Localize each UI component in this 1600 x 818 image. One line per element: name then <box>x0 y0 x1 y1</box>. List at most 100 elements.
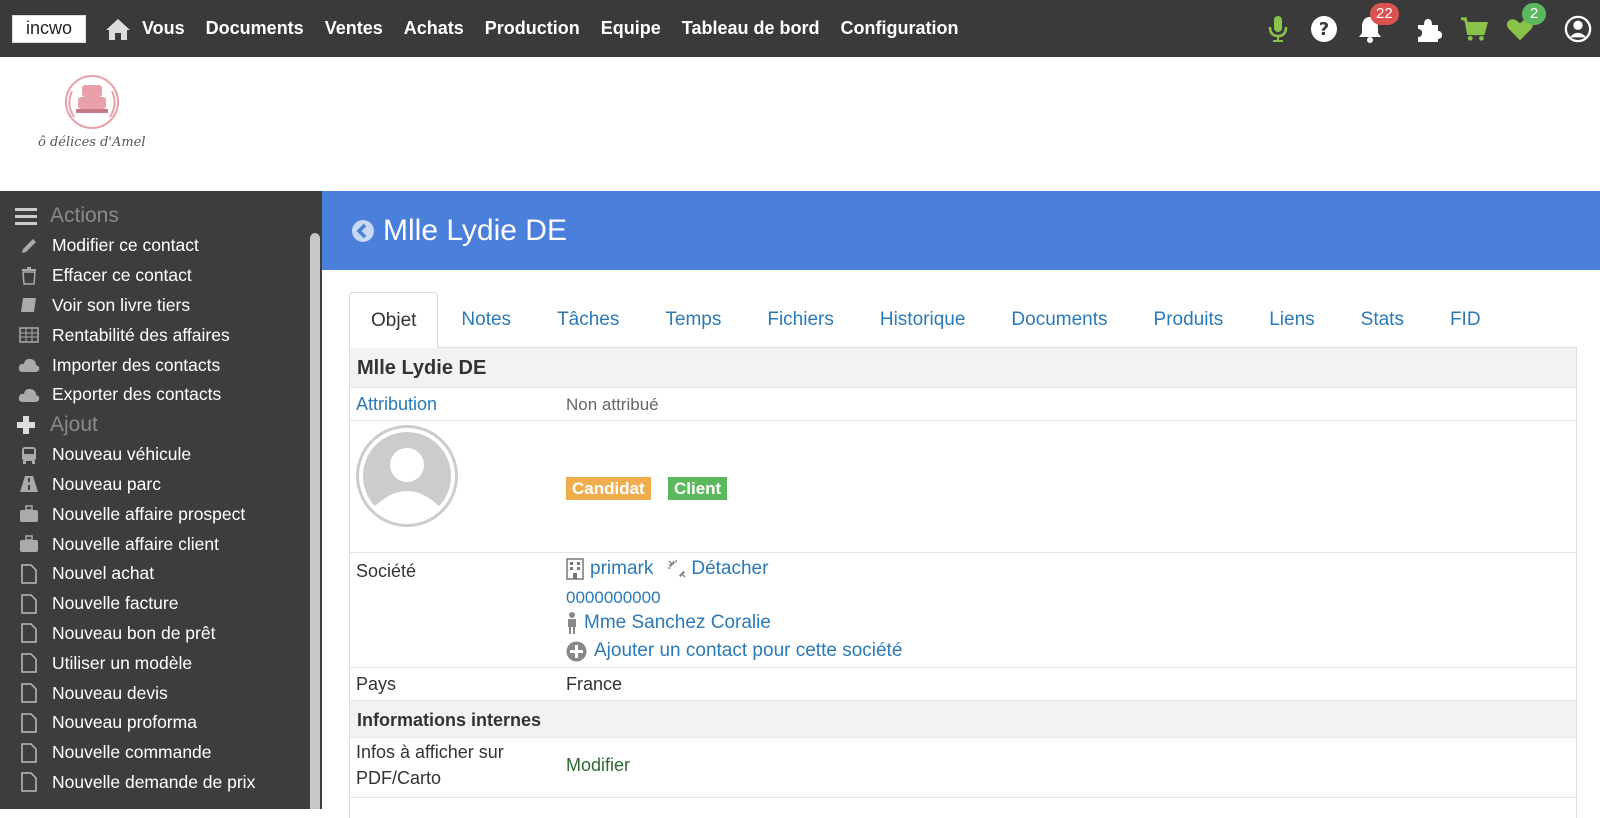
company-link[interactable]: primark <box>590 558 653 580</box>
trash-icon <box>18 266 40 285</box>
sidebar-item-nouveau-vehicule[interactable]: Nouveau véhicule <box>0 440 322 470</box>
book-icon <box>18 296 40 314</box>
section-title: Informations internes <box>357 710 542 730</box>
add-contact-line: Ajouter un contact pour cette société <box>566 640 902 662</box>
sidebar-section-label: Actions <box>50 204 119 227</box>
nav-production[interactable]: Production <box>485 18 580 39</box>
menu-icon <box>14 207 38 225</box>
add-contact-link[interactable]: Ajouter un contact pour cette société <box>594 640 902 662</box>
pdf-info-label-line1: Infos à afficher sur <box>356 742 504 762</box>
sidebar-item-bon-de-pret[interactable]: Nouveau bon de prêt <box>0 619 322 649</box>
nav-vous[interactable]: Vous <box>142 18 185 39</box>
country-row: Pays France <box>350 668 1576 701</box>
file-icon <box>18 564 40 584</box>
road-icon <box>18 475 40 493</box>
sidebar-item-label: Rentabilité des affaires <box>52 324 230 345</box>
bell-icon[interactable]: 22 <box>1356 2 1399 43</box>
nav-configuration[interactable]: Configuration <box>840 18 958 39</box>
sidebar-item-label: Nouvelle commande <box>52 742 212 763</box>
briefcase-icon <box>18 535 40 553</box>
plus-circle-icon <box>566 640 590 662</box>
tab-taches[interactable]: Tâches <box>534 292 642 348</box>
file-icon <box>18 593 40 614</box>
puzzle-icon[interactable] <box>1414 15 1442 43</box>
sidebar-item-nouveau-devis[interactable]: Nouveau devis <box>0 678 322 708</box>
sidebar-item-nouvel-achat[interactable]: Nouvel achat <box>0 559 322 589</box>
tab-fid[interactable]: FID <box>1427 292 1504 348</box>
avatar-row: Candidat Client <box>350 421 1576 553</box>
sidebar-item-label: Modifier ce contact <box>52 235 199 256</box>
sidebar-item-demande-de-prix[interactable]: Nouvelle demande de prix <box>0 768 322 798</box>
pdf-info-modify-link[interactable]: Modifier <box>566 755 630 776</box>
sidebar-item-label: Nouveau devis <box>52 682 168 703</box>
company-logo[interactable] <box>36 71 156 171</box>
section-title: Mlle Lydie DE <box>357 357 487 379</box>
sidebar-item-label: Voir son livre tiers <box>52 294 191 315</box>
tab-temps[interactable]: Temps <box>642 292 744 348</box>
main-nav: Vous Documents Ventes Achats Production … <box>142 18 979 39</box>
sidebar-section-label: Ajout <box>50 412 98 436</box>
company-label: Société <box>356 561 417 581</box>
company-logo-text: ô délices d'Amel <box>38 135 146 150</box>
file-icon <box>18 623 40 644</box>
tab-fichiers[interactable]: Fichiers <box>744 292 857 348</box>
top-right-icons: ? 22 2 <box>1246 0 1600 57</box>
sidebar-item-label: Utiliser un modèle <box>52 652 193 673</box>
company-line: primark Détacher <box>566 558 768 580</box>
home-icon[interactable] <box>104 15 132 43</box>
unlink-icon <box>667 558 687 580</box>
attribution-value: Non attribué <box>566 395 659 414</box>
table-icon <box>18 327 40 344</box>
svg-text:?: ? <box>1319 19 1329 40</box>
sidebar-item-label: Importer des contacts <box>52 354 221 375</box>
brand-logo[interactable]: incwo <box>12 14 86 43</box>
file-icon <box>18 772 40 793</box>
sidebar-item-nouvelle-facture[interactable]: Nouvelle facture <box>0 589 322 619</box>
tab-produits[interactable]: Produits <box>1131 292 1247 348</box>
sidebar-item-effacer-contact[interactable]: Effacer ce contact <box>0 261 322 291</box>
sidebar-item-modifier-contact[interactable]: Modifier ce contact <box>0 231 322 261</box>
sidebar-item-livre-tiers[interactable]: Voir son livre tiers <box>0 291 322 321</box>
nav-ventes[interactable]: Ventes <box>325 18 383 39</box>
heart-icon[interactable]: 2 <box>1506 2 1546 43</box>
file-icon <box>18 683 40 703</box>
sidebar-item-rentabilite[interactable]: Rentabilité des affaires <box>0 320 322 350</box>
contact-details-card: Mlle Lydie DE Attribution Non attribué C… <box>349 348 1577 818</box>
tab-objet[interactable]: Objet <box>349 292 439 349</box>
sidebar-item-label: Nouveau véhicule <box>52 444 192 465</box>
tab-stats[interactable]: Stats <box>1338 292 1427 348</box>
sidebar-item-nouveau-proforma[interactable]: Nouveau proforma <box>0 708 322 738</box>
back-arrow-icon[interactable] <box>351 219 375 243</box>
sidebar-item-label: Nouvelle affaire client <box>52 533 219 554</box>
pdf-info-label-line2: PDF/Carto <box>356 768 442 788</box>
microphone-icon[interactable] <box>1264 15 1292 43</box>
tab-liens[interactable]: Liens <box>1246 292 1337 348</box>
tab-notes[interactable]: Notes <box>438 292 534 348</box>
nav-tableau-de-bord[interactable]: Tableau de bord <box>682 18 820 39</box>
company-phone[interactable]: 0000000000 <box>566 588 661 608</box>
notifications-badge: 22 <box>1370 2 1399 25</box>
main-content: Mlle Lydie DE Objet Notes Tâches Temps F… <box>322 191 1600 818</box>
help-icon[interactable]: ? <box>1310 15 1338 43</box>
sidebar-scrollbar[interactable] <box>310 233 320 809</box>
nav-documents[interactable]: Documents <box>206 18 304 39</box>
sidebar-item-exporter[interactable]: Exporter des contacts <box>0 380 322 410</box>
sidebar-item-label: Exporter des contacts <box>52 384 222 405</box>
sidebar-item-affaire-client[interactable]: Nouvelle affaire client <box>0 529 322 559</box>
tab-documents[interactable]: Documents <box>988 292 1130 348</box>
sidebar-item-nouveau-parc[interactable]: Nouveau parc <box>0 470 322 500</box>
sidebar-item-importer[interactable]: Importer des contacts <box>0 350 322 380</box>
attribution-label[interactable]: Attribution <box>356 394 437 415</box>
tab-historique[interactable]: Historique <box>857 292 989 348</box>
sidebar-item-affaire-prospect[interactable]: Nouvelle affaire prospect <box>0 499 322 529</box>
user-account-icon[interactable] <box>1564 15 1592 43</box>
nav-achats[interactable]: Achats <box>404 18 464 39</box>
sidebar-item-label: Nouvelle affaire prospect <box>52 503 246 524</box>
detach-link[interactable]: Détacher <box>691 558 768 580</box>
company-contact-link[interactable]: Mme Sanchez Coralie <box>584 612 771 634</box>
sidebar-item-nouvelle-commande[interactable]: Nouvelle commande <box>0 738 322 768</box>
nav-equipe[interactable]: Equipe <box>601 18 661 39</box>
cart-icon[interactable] <box>1460 15 1488 43</box>
sidebar-item-utiliser-modele[interactable]: Utiliser un modèle <box>0 648 322 678</box>
building-icon <box>566 558 586 580</box>
